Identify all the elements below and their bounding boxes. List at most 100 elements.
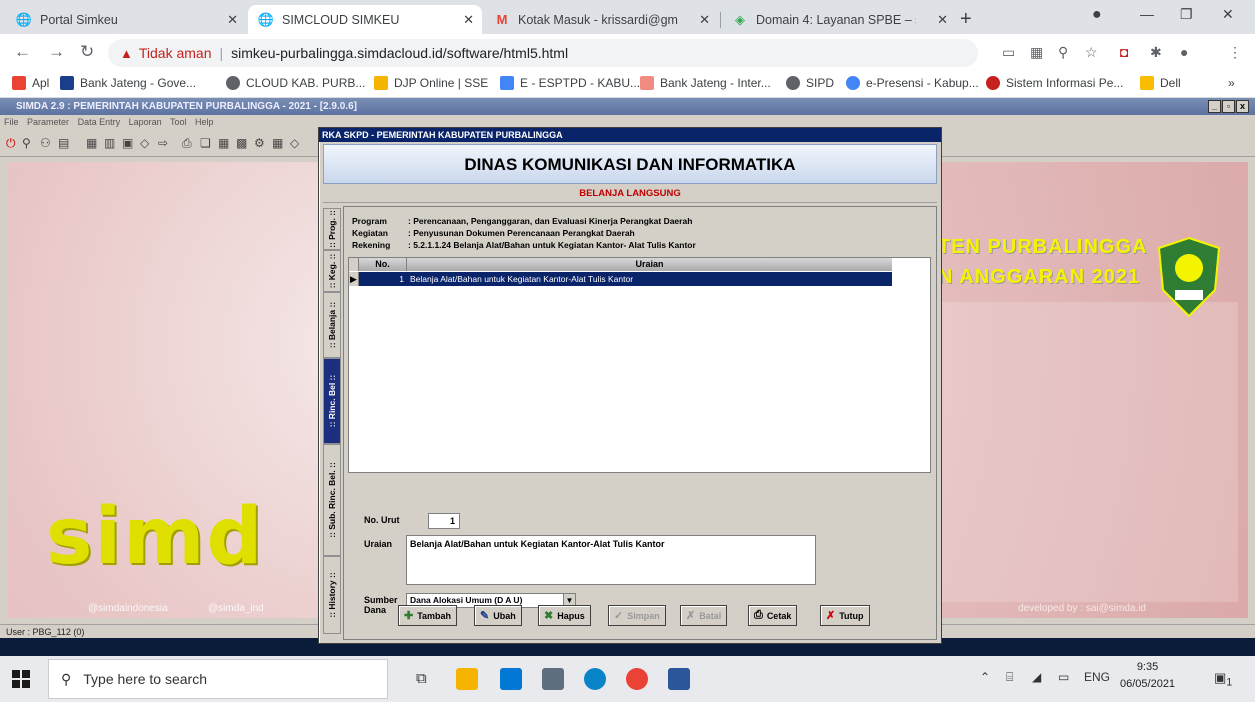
new-tab-icon[interactable]: + (960, 8, 972, 31)
notification-icon[interactable]: ▣1 (1214, 670, 1232, 689)
users-icon[interactable]: ⚇ (40, 136, 51, 150)
bookmark-sistem-informasi[interactable]: Sistem Informasi Pe... (986, 76, 1123, 90)
lock-icon[interactable]: ▩ (236, 136, 247, 150)
tab-history[interactable]: :: History :: (323, 556, 341, 634)
zoom-icon[interactable]: ⚲ (1058, 44, 1068, 61)
forward-icon[interactable]: → (48, 42, 65, 62)
avatar[interactable]: ● (1180, 44, 1188, 60)
report-icon[interactable]: ▦ (86, 136, 97, 150)
bookmark-epresensi[interactable]: e-Presensi - Kabup... (846, 76, 979, 90)
simpan-button[interactable]: ✓ Simpan (608, 605, 666, 626)
gmail-icon: M (496, 12, 508, 27)
rincian-grid[interactable]: No. Uraian ▶ 1 Belanja Alat/Bahan untuk … (348, 257, 931, 473)
search-icon[interactable]: ⚲ (22, 136, 31, 150)
menu-file[interactable]: File (4, 117, 19, 127)
bookmark-apl[interactable]: Apl (12, 76, 49, 90)
bookmark-djp-online[interactable]: DJP Online | SSE (374, 76, 488, 90)
calendar-app-icon[interactable] (500, 668, 522, 690)
browser-tab-gmail[interactable]: M Kotak Masuk - krissardi@gmail.c ✕ (484, 5, 718, 34)
copy-icon[interactable]: ❏ (200, 136, 211, 150)
column-header-uraian[interactable]: Uraian (407, 258, 892, 271)
apps-grid-icon[interactable]: ▦ (1030, 44, 1043, 61)
tab-keg[interactable]: :: Keg. :: (323, 250, 341, 292)
close-tab-icon[interactable]: ✕ (463, 12, 474, 28)
menu-dots-icon[interactable]: ⋮ (1228, 44, 1242, 61)
language-indicator[interactable]: ENG (1084, 670, 1110, 684)
address-bar[interactable]: ▲ Tidak aman | simkeu-purbalingga.simdac… (108, 39, 978, 67)
close-tab-icon[interactable]: ✕ (937, 12, 948, 28)
calculator-icon[interactable] (542, 668, 564, 690)
power-icon[interactable]: ⏻ (6, 136, 16, 151)
close-window-icon[interactable]: ✕ (1222, 6, 1234, 23)
wifi-icon[interactable]: ◢ (1032, 670, 1041, 684)
ubah-button[interactable]: ✎ Ubah (474, 605, 522, 626)
extension-pocket-icon[interactable]: ◘ (1120, 44, 1128, 60)
network-drive-icon[interactable]: ⌸ (1006, 670, 1013, 685)
menu-laporan[interactable]: Laporan (129, 117, 162, 127)
bookmark-bank-jateng-gov[interactable]: Bank Jateng - Gove... (60, 76, 196, 90)
close-tab-icon[interactable]: ✕ (227, 12, 238, 28)
batal-button[interactable]: ✗ Batal (680, 605, 728, 626)
table-row[interactable]: ▶ 1 Belanja Alat/Bahan untuk Kegiatan Ka… (349, 272, 892, 286)
arrow-icon[interactable]: ⇨ (158, 136, 168, 150)
tutup-button[interactable]: ✗ Tutup (820, 605, 870, 626)
print-icon[interactable]: ⎙ (182, 136, 192, 151)
star-icon[interactable]: ☆ (1085, 44, 1098, 61)
task-view-icon[interactable]: ⧉ (416, 670, 427, 687)
column-header-no[interactable]: No. (359, 258, 407, 271)
app-minimize-icon[interactable]: _ (1208, 100, 1221, 113)
cetak-button[interactable]: ⎙ Cetak (748, 605, 798, 626)
cast-icon[interactable]: ▭ (1002, 44, 1015, 61)
edge-icon[interactable] (584, 668, 606, 690)
app-close-icon[interactable]: x (1236, 100, 1249, 113)
chart-icon[interactable]: ▤ (58, 136, 69, 150)
tab-sub-rinc-bel[interactable]: :: Sub. Rinc. Bel. :: (323, 444, 341, 556)
chrome-icon[interactable] (626, 668, 648, 690)
windows-start-icon[interactable] (12, 670, 30, 688)
browser-tab-portal-simkeu[interactable]: 🌐 Portal Simkeu ✕ (6, 5, 246, 34)
app-restore-icon[interactable]: ▫ (1222, 100, 1235, 113)
bookmark-esptpd[interactable]: E - ESPTPD - KABU... (500, 76, 640, 90)
profile-icon[interactable]: ● (1092, 6, 1102, 24)
menu-tool[interactable]: Tool (170, 117, 187, 127)
menu-help[interactable]: Help (195, 117, 214, 127)
restore-icon[interactable]: ❐ (1180, 6, 1193, 23)
calendar-icon[interactable]: ▦ (218, 136, 229, 150)
bookmark-label: Apl (32, 76, 50, 90)
more-bookmarks-button[interactable]: » (1228, 76, 1235, 90)
word-icon[interactable] (668, 668, 690, 690)
bookmark-cloud-kab[interactable]: CLOUD KAB. PURB... (226, 76, 365, 90)
reload-icon[interactable]: ↻ (80, 42, 94, 62)
tray-chevron-icon[interactable]: ⌃ (980, 670, 990, 684)
taskbar-search-input[interactable]: ⚲ Type here to search (48, 659, 388, 699)
browser-tab-spbe[interactable]: ◈ Domain 4: Layanan SPBE – spbe.j ✕ (722, 5, 956, 34)
rincian-belanja-pane: Program: Perencanaan, Penganggaran, dan … (343, 206, 937, 640)
table-icon[interactable]: ▥ (104, 136, 115, 150)
tambah-button[interactable]: ✚ Tambah (398, 605, 458, 626)
diamond2-icon[interactable]: ◇ (290, 136, 299, 150)
document-icon[interactable]: ▣ (122, 136, 133, 150)
diamond-icon[interactable]: ◇ (140, 136, 149, 150)
bookmark-dell[interactable]: Dell (1140, 76, 1181, 90)
background-title-line2: N ANGGARAN 2021 (938, 266, 1141, 288)
menu-data-entry[interactable]: Data Entry (78, 117, 121, 127)
bookmark-bank-jateng-inter[interactable]: Bank Jateng - Inter... (640, 76, 771, 90)
bookmark-sipd[interactable]: SIPD (786, 76, 834, 90)
tab-prog[interactable]: :: Prog. :: (323, 208, 341, 250)
back-icon[interactable]: ← (14, 42, 31, 62)
file-explorer-icon[interactable] (456, 668, 478, 690)
menu-parameter[interactable]: Parameter (27, 117, 69, 127)
browser-tab-simcloud[interactable]: 🌐 SIMCLOUD SIMKEU ✕ (248, 5, 482, 34)
hapus-button[interactable]: ✖ Hapus (538, 605, 591, 626)
tab-belanja[interactable]: :: Belanja :: (323, 292, 341, 358)
uraian-field[interactable]: Belanja Alat/Bahan untuk Kegiatan Kantor… (406, 535, 816, 585)
tab-rinc-bel[interactable]: :: Rinc. Bel :: (323, 358, 341, 444)
grid-icon[interactable]: ▦ (272, 136, 283, 150)
minimize-icon[interactable]: — (1140, 6, 1154, 22)
taskbar-clock[interactable]: 9:35 06/05/2021 (1120, 659, 1175, 693)
close-tab-icon[interactable]: ✕ (699, 12, 710, 28)
no-urut-field[interactable]: 1 (428, 513, 460, 529)
extensions-puzzle-icon[interactable]: ✱ (1150, 44, 1162, 61)
settings-icon[interactable]: ⚙ (254, 136, 265, 150)
battery-icon[interactable]: ▭ (1058, 670, 1069, 684)
